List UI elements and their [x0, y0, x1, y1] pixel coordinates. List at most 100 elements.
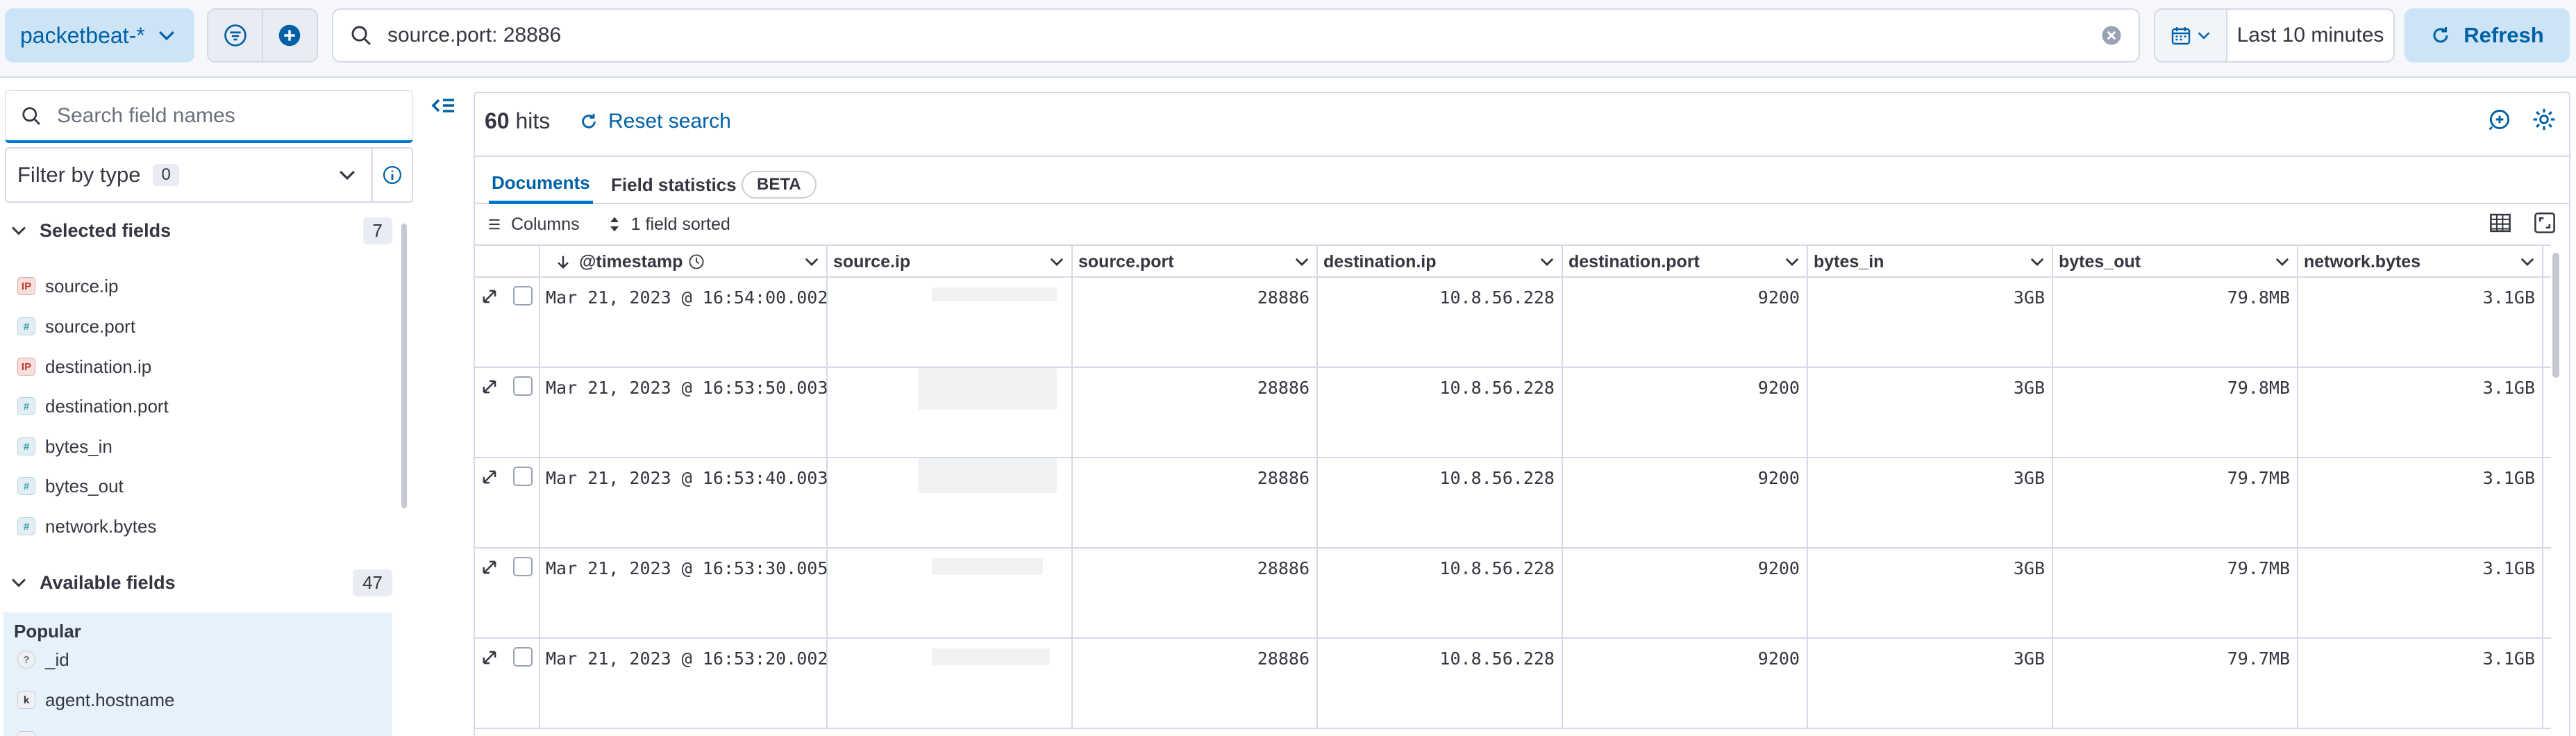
selected-fields-count: 7 [362, 217, 392, 244]
add-filter-button[interactable] [263, 10, 317, 61]
cell-bytes-out: 79.8MB [2053, 368, 2298, 457]
chevron-down-icon [2030, 258, 2044, 267]
row-checkbox[interactable] [513, 286, 533, 306]
table-row[interactable]: Mar 21, 2023 @ 16:53:30.005 28886 10.8.5… [475, 549, 2551, 639]
column-header-bytes-in[interactable]: bytes_in [1808, 246, 2053, 278]
column-header-network-bytes[interactable]: network.bytes [2298, 246, 2543, 278]
available-fields-header[interactable]: Available fields 47 [10, 565, 392, 600]
collapse-sidebar-icon[interactable] [429, 92, 457, 119]
keyword-type-icon: k [17, 731, 35, 736]
table-row[interactable]: Mar 21, 2023 @ 16:54:00.002 28886 10.8.5… [475, 278, 2551, 368]
field-item-id[interactable]: ? _id [17, 646, 69, 674]
calendar-icon [2171, 27, 2191, 45]
field-name: bytes_in [45, 435, 112, 457]
sort-desc-icon [558, 256, 569, 269]
chevron-down-icon [1785, 258, 1799, 267]
cell-source-port: 28886 [1073, 368, 1318, 457]
chevron-down-icon [158, 31, 174, 41]
chevron-down-icon [11, 226, 26, 235]
cell-bytes-in: 3GB [1808, 639, 2053, 728]
selected-fields-header[interactable]: Selected fields 7 [10, 213, 392, 248]
table-row[interactable]: Mar 21, 2023 @ 16:53:20.002 28886 10.8.5… [475, 639, 2551, 729]
column-header-destination-port[interactable]: destination.port [1563, 246, 1808, 278]
sidebar-scrollbar[interactable] [401, 224, 407, 508]
field-item-network-bytes[interactable]: # network.bytes [17, 512, 156, 540]
cell-timestamp: Mar 21, 2023 @ 16:53:30.005 [540, 549, 828, 637]
cell-network-bytes: 3.1GB [2298, 639, 2543, 728]
field-name: agent.hostname [45, 689, 175, 710]
expand-icon[interactable] [480, 378, 499, 396]
field-item-bytes-out[interactable]: # bytes_out [17, 472, 124, 500]
row-checkbox[interactable] [513, 647, 533, 667]
chevron-down-icon [11, 578, 26, 587]
expand-icon[interactable] [480, 287, 499, 306]
cell-source-port: 28886 [1073, 549, 1318, 637]
date-picker: Last 10 minutes [2154, 8, 2395, 62]
data-view-selector[interactable]: packetbeat-* [5, 8, 194, 62]
expand-icon[interactable] [480, 468, 499, 486]
field-item-source-port[interactable]: # source.port [17, 312, 135, 340]
field-item-destination-port[interactable]: # destination.port [17, 392, 169, 420]
sort-button[interactable]: 1 field sorted [608, 215, 730, 235]
redacted-value [918, 368, 1057, 410]
field-item-source-ip[interactable]: IP source.ip [17, 272, 119, 300]
column-header-destination-ip[interactable]: destination.ip [1318, 246, 1563, 278]
search-icon [351, 26, 371, 45]
column-header-source-ip[interactable]: source.ip [828, 246, 1073, 278]
table-density-icon[interactable] [2489, 211, 2512, 235]
field-search-placeholder: Search field names [57, 103, 235, 127]
filter-menu-button[interactable] [208, 10, 262, 61]
expand-icon[interactable] [480, 649, 499, 667]
reset-search-button[interactable]: Reset search [579, 110, 731, 133]
field-item-agent-hostname[interactable]: k agent.hostname [17, 686, 174, 714]
field-name: destination.ip [45, 356, 152, 377]
field-search-input[interactable]: Search field names [5, 90, 413, 143]
refresh-icon [582, 113, 596, 128]
row-checkbox[interactable] [513, 467, 533, 486]
row-checkbox[interactable] [513, 376, 533, 396]
cell-destination-port: 9200 [1563, 368, 1808, 457]
row-controls [475, 278, 540, 367]
columns-button[interactable]: Columns [487, 215, 580, 235]
column-header-source-port[interactable]: source.port [1073, 246, 1318, 278]
inspect-icon[interactable] [2487, 107, 2512, 132]
query-bar: packetbeat-* source.port: 28886 Last 10 … [0, 0, 2576, 78]
ip-type-icon: IP [17, 358, 35, 376]
column-header-bytes-out[interactable]: bytes_out [2053, 246, 2298, 278]
table-row[interactable]: Mar 21, 2023 @ 16:53:40.003 28886 10.8.5… [475, 458, 2551, 549]
cell-bytes-out: 79.7MB [2053, 549, 2298, 637]
filter-icon [224, 24, 246, 47]
cell-network-bytes: 3.1GB [2298, 368, 2543, 457]
tab-field-statistics[interactable]: Field statistics [611, 165, 737, 204]
cell-network-bytes: 3.1GB [2298, 458, 2543, 547]
table-scrollbar[interactable] [2552, 253, 2559, 378]
table-row[interactable]: Mar 21, 2023 @ 16:53:50.003 28886 10.8.5… [475, 368, 2551, 458]
expand-icon[interactable] [480, 558, 499, 576]
popular-fields-title: Popular [14, 621, 81, 642]
filter-by-type-label: Filter by type [17, 162, 141, 187]
chevron-down-icon [2520, 258, 2534, 267]
cell-timestamp: Mar 21, 2023 @ 16:53:50.003 [540, 368, 828, 457]
hits-label: hits [515, 108, 551, 133]
number-type-icon: # [17, 477, 35, 495]
cell-destination-ip: 10.8.56.228 [1318, 458, 1563, 547]
field-types-help-button[interactable] [371, 149, 412, 201]
tab-documents[interactable]: Documents [489, 165, 593, 204]
column-header-timestamp[interactable]: @timestamp [540, 246, 828, 278]
refresh-button[interactable]: Refresh [2404, 8, 2570, 62]
gear-icon[interactable] [2532, 107, 2557, 132]
quick-select-button[interactable] [2155, 10, 2227, 61]
field-item-destination-ip[interactable]: IP destination.ip [17, 353, 151, 380]
time-range-display[interactable]: Last 10 minutes [2227, 24, 2393, 47]
number-type-icon: # [17, 517, 35, 535]
filter-by-type-button[interactable]: Filter by type 0 [5, 147, 413, 203]
row-checkbox[interactable] [513, 557, 533, 576]
cell-source-port: 28886 [1073, 458, 1318, 547]
clear-query-icon[interactable] [2101, 25, 2122, 46]
query-input[interactable]: source.port: 28886 [332, 8, 2140, 62]
field-name: _id [45, 649, 69, 670]
fullscreen-icon[interactable] [2533, 211, 2557, 235]
hits-counter: 60 hits [485, 108, 550, 134]
field-item-bytes-in[interactable]: # bytes_in [17, 433, 112, 460]
cell-bytes-in: 3GB [1808, 458, 2053, 547]
